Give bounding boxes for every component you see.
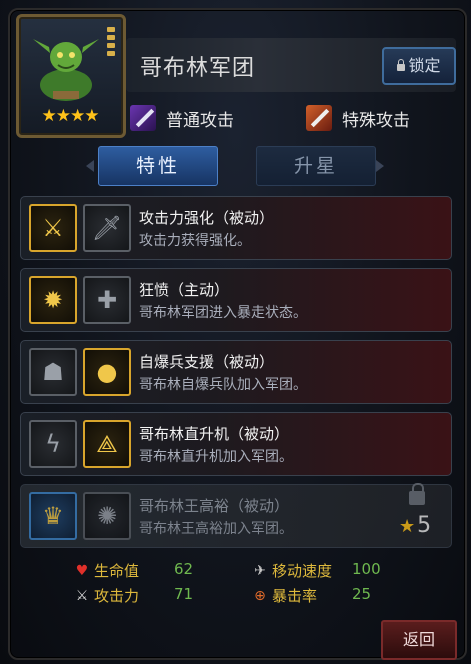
crossed-swords-icon: ⚔: [29, 204, 77, 252]
helicopter-icon: ⟁: [83, 420, 131, 468]
unit-name: 哥布林军团: [140, 56, 256, 81]
skill-title: 狂愤（主动）: [139, 281, 230, 299]
boots-icon: ✈: [254, 562, 266, 579]
special-attack-label: 特殊攻击: [342, 110, 410, 131]
goblin-icon: ☗: [29, 348, 77, 396]
padlock-icon: [409, 483, 425, 505]
back-button[interactable]: 返回: [381, 620, 457, 660]
lock-icon: [397, 59, 406, 71]
star-icon: ★: [399, 516, 416, 537]
stat-hp-label: 生命值: [94, 562, 140, 580]
skill-title: 哥布林直升机（被动）: [139, 425, 290, 443]
unit-portrait: ★★★★: [16, 14, 126, 138]
cross-icon: ✚: [83, 276, 131, 324]
skill-list: ⚔ 🗡 攻击力强化（被动） 攻击力获得强化。 ✹ ✚ 狂愤（主动） 哥布林军团进…: [20, 196, 452, 548]
normal-attack-label: 普通攻击: [166, 110, 234, 131]
required-star-level: ★5: [399, 513, 431, 538]
lock-button-label: 锁定: [408, 56, 441, 75]
skill-title: 哥布林王高裕（被动）: [139, 497, 290, 515]
skill-row[interactable]: ϟ ⟁ 哥布林直升机（被动） 哥布林直升机加入军团。: [20, 412, 452, 476]
normal-attack-icon: [130, 105, 156, 131]
stat-attack-value: 71: [174, 585, 194, 603]
stat-crit-rate: ⊕ 暴击率: [252, 585, 317, 606]
tab-star-up[interactable]: 升星: [256, 146, 376, 186]
lock-button[interactable]: 锁定: [382, 47, 456, 85]
skill-description: 哥布林军团进入暴走状态。: [139, 305, 307, 321]
special-attack: 特殊攻击: [306, 104, 410, 132]
crosshair-icon: ⊕: [254, 587, 266, 604]
stat-move-speed-value: 100: [352, 560, 381, 578]
sword-icon: 🗡: [83, 204, 131, 252]
unit-star-rating: ★★★★: [41, 106, 100, 126]
burst-icon: ✺: [83, 492, 131, 540]
skill-row-locked[interactable]: ♛ ✺ 哥布林王高裕（被动） 哥布林王高裕加入军团。 ★5: [20, 483, 452, 548]
stat-move-speed: ✈ 移动速度: [252, 560, 332, 581]
tab-traits[interactable]: 特性: [98, 146, 218, 186]
stat-attack: ⚔ 攻击力: [74, 585, 139, 606]
required-star-value: 5: [417, 513, 432, 538]
heart-icon: ♥: [75, 562, 89, 579]
stat-crit-rate-value: 25: [352, 585, 372, 603]
skill-description: 攻击力获得强化。: [139, 233, 251, 249]
skill-row[interactable]: ☗ ● 自爆兵支援（被动） 哥布林自爆兵队加入军团。: [20, 340, 452, 404]
skill-row[interactable]: ✹ ✚ 狂愤（主动） 哥布林军团进入暴走状态。: [20, 268, 452, 332]
stat-crit-rate-label: 暴击率: [272, 587, 318, 605]
crown-icon: ♛: [29, 492, 77, 540]
stat-hp: ♥ 生命值: [74, 560, 139, 581]
skill-description: 哥布林王高裕加入军团。: [139, 521, 293, 537]
stat-hp-value: 62: [174, 560, 194, 578]
tab-right-ornament: [376, 160, 384, 172]
rage-icon: ✹: [29, 276, 77, 324]
goblin-portrait-icon: [33, 39, 99, 101]
tab-left-ornament: [86, 160, 94, 172]
lightning-icon: ϟ: [29, 420, 77, 468]
skill-row[interactable]: ⚔ 🗡 攻击力强化（被动） 攻击力获得强化。: [20, 196, 452, 260]
sword-small-icon: ⚔: [75, 587, 89, 604]
rank-indicator: [107, 27, 117, 59]
skill-description: 哥布林直升机加入军团。: [139, 449, 293, 465]
skill-title: 自爆兵支援（被动）: [139, 353, 275, 371]
bomb-icon: ●: [83, 348, 131, 396]
stat-move-speed-label: 移动速度: [272, 562, 333, 580]
special-attack-icon: [306, 105, 332, 131]
normal-attack: 普通攻击: [130, 104, 234, 132]
stat-attack-label: 攻击力: [94, 587, 140, 605]
skill-description: 哥布林自爆兵队加入军团。: [139, 377, 307, 393]
skill-title: 攻击力强化（被动）: [139, 209, 275, 227]
